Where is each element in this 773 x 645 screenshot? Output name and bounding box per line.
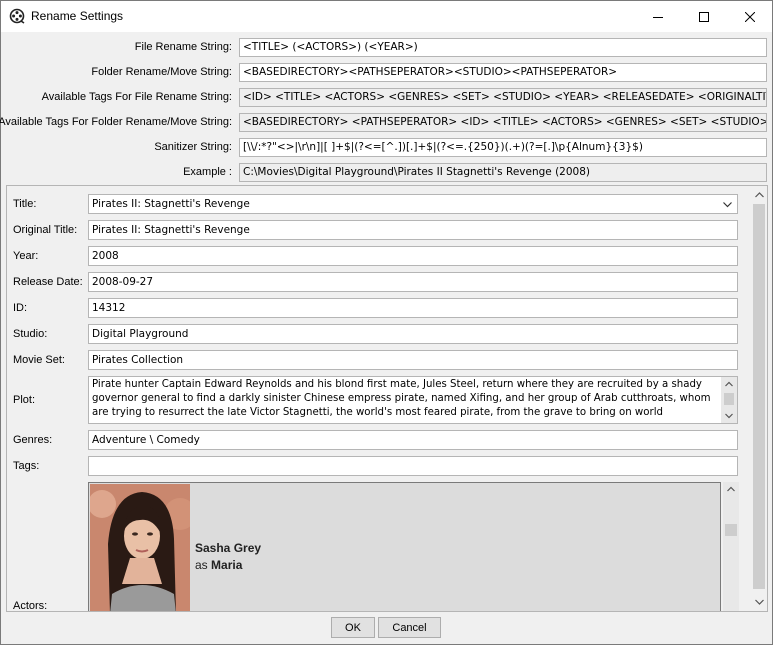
chevron-up-icon [727,486,735,492]
actor-role-name: Maria [211,558,243,572]
title-label: Title: [13,198,37,210]
actors-label: Actors: [13,600,48,612]
folder-rename-label: Folder Rename/Move String: [91,66,232,78]
plot-scroll-up[interactable] [721,377,737,391]
film-reel-icon [9,8,25,24]
example-field: C:\Movies\Digital Playground\Pirates II … [239,163,767,182]
window-title: Rename Settings [31,9,124,23]
plot-textarea[interactable]: Pirate hunter Captain Edward Reynolds an… [88,376,738,424]
minimize-button[interactable] [635,1,681,32]
actors-scrollbar[interactable] [723,482,739,611]
movie-set-label: Movie Set: [13,354,65,366]
actor-role-prefix: as [195,558,208,572]
actor-photo [90,484,190,611]
year-input[interactable]: 2008 [88,246,738,266]
details-scroll-down[interactable] [751,595,767,609]
actor-role: as Maria [195,558,242,572]
chevron-up-icon [754,192,764,198]
file-rename-input[interactable]: <TITLE> (<ACTORS>) (<YEAR>) [239,38,767,57]
maximize-icon [699,11,709,22]
genres-input[interactable]: Adventure \ Comedy [88,430,738,450]
movie-set-input[interactable]: Pirates Collection [88,350,738,370]
maximize-button[interactable] [681,1,727,32]
actors-scroll-up[interactable] [723,482,739,496]
folder-rename-input[interactable]: <BASEDIRECTORY><PATHSEPERATOR><STUDIO><P… [239,63,767,82]
year-label: Year: [13,250,39,262]
studio-input[interactable]: Digital Playground [88,324,738,344]
plot-scroll-thumb[interactable] [724,393,734,405]
file-tags-field: <ID> <TITLE> <ACTORS> <GENRES> <SET> <ST… [239,88,767,107]
actor-name: Sasha Grey [195,541,262,555]
file-rename-label: File Rename String: [134,41,232,53]
chevron-down-icon [725,413,733,419]
original-title-label: Original Title: [13,224,78,236]
plot-label: Plot: [13,394,36,406]
chevron-down-icon [754,599,764,605]
rename-settings-window: Rename Settings File Rename String: <TIT… [0,0,773,645]
example-label: Example : [183,166,232,178]
tags-label: Tags: [13,460,40,472]
actors-scroll-thumb[interactable] [725,524,737,536]
release-date-input[interactable]: 2008-09-27 [88,272,738,292]
actor-portrait-image [90,484,190,611]
chevron-up-icon [725,381,733,387]
movie-details-panel: Title: Pirates II: Stagnetti's Revenge O… [6,185,768,612]
genres-label: Genres: [13,434,53,446]
close-button[interactable] [727,1,773,32]
plot-text: Pirate hunter Captain Edward Reynolds an… [92,379,711,422]
sanitizer-label: Sanitizer String: [154,141,232,153]
chevron-down-icon[interactable] [722,199,733,210]
details-scrollbar[interactable] [751,186,767,611]
release-date-label: Release Date: [13,276,83,288]
ok-button[interactable]: OK [331,617,375,638]
close-icon [745,11,755,22]
id-input[interactable]: 14312 [88,298,738,318]
original-title-input[interactable]: Pirates II: Stagnetti's Revenge [88,220,738,240]
title-bar[interactable]: Rename Settings [1,1,772,32]
minimize-icon [653,16,663,18]
id-label: ID: [13,302,28,314]
file-tags-label: Available Tags For File Rename String: [41,91,232,103]
title-combo[interactable]: Pirates II: Stagnetti's Revenge [88,194,738,214]
folder-tags-field: <BASEDIRECTORY> <PATHSEPERATOR> <ID> <TI… [239,113,767,132]
studio-label: Studio: [13,328,48,340]
plot-scroll-down[interactable] [721,409,737,423]
actors-list[interactable]: Sasha Grey as Maria [88,482,721,611]
plot-scrollbar[interactable] [721,377,737,423]
details-scroll-up[interactable] [751,188,767,202]
tags-input[interactable] [88,456,738,476]
title-combo-value: Pirates II: Stagnetti's Revenge [92,198,250,210]
sanitizer-input[interactable]: [\\/:*?"<>|\r\n]|[ ]+$|(?<=[^.])[.]+$|(?… [239,138,767,157]
cancel-button[interactable]: Cancel [378,617,441,638]
folder-tags-label: Available Tags For Folder Rename/Move St… [0,116,232,128]
details-scroll-thumb[interactable] [753,204,765,589]
